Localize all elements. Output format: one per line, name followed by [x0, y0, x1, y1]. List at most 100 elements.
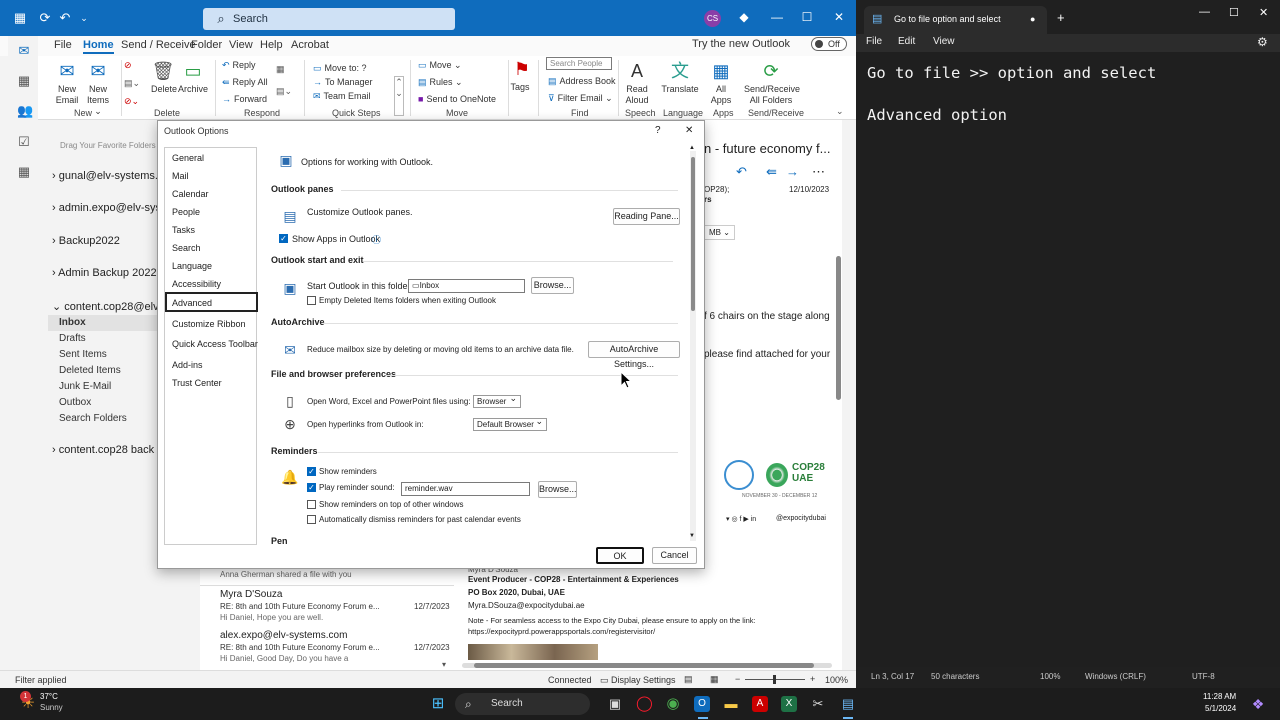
collapse-ribbon-icon[interactable]: ⌄: [836, 106, 844, 117]
send-receive-all-button[interactable]: ⟳ Send/Receive All Folders: [744, 60, 800, 106]
reminder-sound-input[interactable]: reminder.wav: [401, 482, 530, 496]
zoom-out-icon[interactable]: −: [735, 674, 740, 684]
qat-dropdown-icon[interactable]: ⌄: [76, 10, 92, 26]
premium-icon[interactable]: ◆: [737, 10, 751, 24]
start-folder-input[interactable]: ▭Inbox: [408, 279, 525, 293]
attachment-chip[interactable]: MB ⌄: [704, 225, 735, 240]
unsaved-dot-icon[interactable]: ●: [1030, 6, 1035, 32]
account-content-cop28-backup[interactable]: › content.cop28 back up: [52, 444, 169, 456]
reply-icon[interactable]: ↶: [736, 164, 747, 180]
search-people-input[interactable]: Search People: [546, 57, 612, 70]
display-settings[interactable]: ▭ Display Settings: [600, 675, 676, 686]
new-tab-icon[interactable]: +: [1057, 10, 1065, 25]
cleanup-icon[interactable]: ▤⌄: [124, 78, 140, 89]
zoom-in-icon[interactable]: +: [810, 674, 815, 684]
tab-help[interactable]: Help: [260, 39, 283, 51]
copilot-icon[interactable]: ❖: [1250, 696, 1266, 712]
hyperlinks-select[interactable]: Default Browser: [473, 416, 547, 431]
taskbar-search[interactable]: ⌕ Search: [455, 693, 590, 715]
account-admin-backup[interactable]: › Admin Backup 2022: [52, 267, 157, 279]
account-backup2022[interactable]: › Backup2022: [52, 235, 120, 247]
browse-folder-button[interactable]: Browse...: [531, 277, 574, 294]
tags-button[interactable]: ⚑ Tags: [510, 58, 530, 93]
scroll-down-icon[interactable]: ▼: [689, 533, 695, 539]
message-sender[interactable]: alex.expo@elv-systems.com: [220, 630, 347, 641]
vertical-scroll-thumb[interactable]: [836, 256, 841, 400]
tasks-icon[interactable]: ☑: [17, 135, 31, 149]
notepad-menu-view[interactable]: View: [933, 36, 955, 47]
signature-email[interactable]: Myra.DSouza@expocitydubai.ae: [468, 601, 585, 610]
zoom-level[interactable]: 100%: [825, 675, 848, 685]
empty-deleted-checkbox[interactable]: [307, 296, 316, 305]
autoarchive-settings-button[interactable]: AutoArchive Settings...: [588, 341, 680, 369]
all-apps-button[interactable]: ▦ All Apps: [708, 60, 734, 106]
chrome-icon[interactable]: ◉: [665, 696, 681, 712]
maximize-icon[interactable]: ☐: [1229, 6, 1239, 19]
tab-acrobat[interactable]: Acrobat: [291, 39, 329, 51]
junk-icon[interactable]: ⊘⌄: [124, 96, 139, 107]
mail-icon[interactable]: ✉: [17, 44, 31, 58]
windows-start-icon[interactable]: ⊞: [430, 696, 446, 712]
file-explorer-icon[interactable]: ▬: [723, 696, 739, 712]
info-icon[interactable]: ⓘ: [372, 233, 381, 246]
message-shared-file[interactable]: Anna Gherman shared a file with you: [220, 570, 352, 579]
tab-folder[interactable]: Folder: [191, 39, 222, 51]
snipping-tool-icon[interactable]: ✂: [810, 696, 826, 712]
line-ending[interactable]: Windows (CRLF): [1085, 672, 1146, 681]
scroll-up-icon[interactable]: ▲: [689, 145, 695, 151]
quickstep-to-manager[interactable]: → To Manager: [313, 77, 373, 87]
quickstep-move-to[interactable]: ▭ Move to: ?: [313, 63, 367, 74]
reply-all-icon[interactable]: ⇚: [766, 164, 777, 180]
nav-quick-access-toolbar[interactable]: Quick Access Toolbar: [172, 339, 258, 349]
new-email-button[interactable]: ✉ New Email: [54, 60, 80, 106]
dialog-close-button[interactable]: ✕: [685, 125, 693, 136]
close-icon[interactable]: ✕: [1259, 6, 1268, 19]
options-scroll-thumb[interactable]: [691, 157, 695, 311]
message-subject[interactable]: RE: 8th and 10th Future Economy Forum e.…: [220, 602, 380, 611]
outlook-taskbar-icon[interactable]: O: [694, 696, 710, 712]
cancel-button[interactable]: Cancel: [652, 547, 697, 564]
account-content-cop28[interactable]: ⌄ content.cop28@elv-sy: [52, 300, 173, 313]
reading-pane-button[interactable]: Reading Pane...: [613, 208, 680, 225]
notepad-menu-edit[interactable]: Edit: [898, 36, 915, 47]
show-reminders-checkbox[interactable]: ✓: [307, 467, 316, 476]
zoom-slider-thumb[interactable]: [773, 675, 776, 684]
browse-sound-button[interactable]: Browse...: [538, 481, 577, 498]
show-apps-checkbox[interactable]: ✓: [279, 234, 288, 243]
tab-send-receive[interactable]: Send / Receive: [121, 39, 196, 51]
forward-icon[interactable]: →: [786, 164, 799, 179]
ok-button[interactable]: OK: [596, 547, 644, 564]
opera-icon[interactable]: ◯: [636, 696, 653, 712]
open-files-select[interactable]: Browser: [473, 393, 521, 408]
move-button[interactable]: ▭ Move ⌄: [418, 60, 462, 71]
encoding[interactable]: UTF-8: [1192, 672, 1215, 681]
nav-add-ins[interactable]: Add-ins: [172, 360, 203, 370]
translate-button[interactable]: 文 Translate: [660, 60, 700, 95]
tab-file[interactable]: File: [54, 39, 72, 51]
clock-time[interactable]: 11:28 AM: [1203, 692, 1236, 701]
ignore-icon[interactable]: ⊘: [124, 60, 132, 71]
folder-sent[interactable]: Sent Items: [59, 349, 107, 360]
new-outlook-toggle[interactable]: Off: [811, 37, 847, 51]
minimize-icon[interactable]: —: [770, 10, 784, 24]
reading-view-icon[interactable]: ▦: [710, 674, 719, 685]
avatar[interactable]: CS: [704, 10, 721, 27]
filter-email-button[interactable]: ⊽ Filter Email ⌄: [548, 93, 613, 104]
undo-icon[interactable]: ↶: [57, 10, 73, 26]
nav-mail[interactable]: Mail: [172, 171, 189, 181]
meeting-icon[interactable]: ▦: [276, 64, 285, 75]
play-sound-checkbox[interactable]: ✓: [307, 483, 316, 492]
rules-button[interactable]: ▤ Rules ⌄: [418, 77, 463, 88]
nav-general[interactable]: General: [172, 153, 204, 163]
quickstep-team-email[interactable]: ✉ Team Email: [313, 91, 371, 102]
account-admin-expo[interactable]: › admin.expo@elv-syste: [52, 202, 170, 214]
reminders-top-checkbox[interactable]: [307, 500, 316, 509]
folder-inbox[interactable]: Inbox: [59, 317, 86, 328]
scroll-down-icon[interactable]: ▾: [442, 660, 446, 669]
tab-home[interactable]: Home: [83, 39, 114, 54]
more-respond-icon[interactable]: ▤⌄: [276, 86, 292, 97]
nav-search[interactable]: Search: [172, 243, 201, 253]
notepad-taskbar-icon[interactable]: ▤: [840, 696, 856, 712]
send-onenote-button[interactable]: ■ Send to OneNote: [418, 94, 496, 104]
notepad-text-area[interactable]: Go to file >> option and select Advanced…: [867, 63, 1156, 126]
